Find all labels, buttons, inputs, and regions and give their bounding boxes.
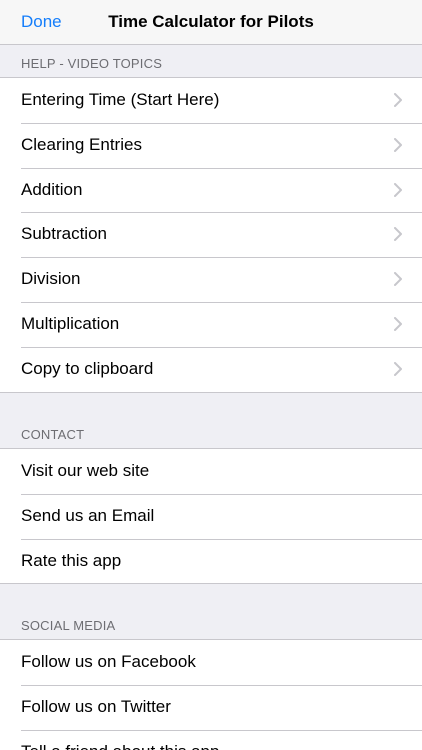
- navigation-bar: Done Time Calculator for Pilots: [0, 0, 422, 45]
- chevron-right-icon: [394, 361, 402, 376]
- chevron-right-icon: [394, 182, 402, 197]
- page-title-text: Time Calculator for Pilots: [108, 12, 314, 31]
- chevron-right-icon: [394, 227, 402, 242]
- list-item-send-email[interactable]: Send us an Email: [0, 493, 422, 539]
- help-video-topics-list: Entering Time (Start Here) Clearing Entr…: [0, 77, 422, 393]
- chevron-right-icon: [394, 93, 402, 107]
- list-item-label: Addition: [21, 179, 83, 199]
- chevron-right-icon: [394, 272, 402, 287]
- list-item-label: Rate this app: [21, 550, 122, 570]
- section-header-social-media: SOCIAL MEDIA: [21, 618, 116, 633]
- social-media-list: Follow us on Facebook Follow us on Twitt…: [0, 639, 422, 750]
- section-header-contact: CONTACT: [21, 427, 85, 442]
- contact-list: Visit our web site Send us an Email Rate…: [0, 448, 422, 585]
- list-item-label: Tell a friend about this app: [21, 741, 219, 750]
- list-item-entering-time[interactable]: Entering Time (Start Here): [0, 78, 422, 123]
- list-item-division[interactable]: Division: [0, 257, 422, 302]
- chevron-right-icon: [394, 316, 402, 331]
- list-item-tell-a-friend[interactable]: Tell a friend about this app: [0, 729, 422, 750]
- list-item-rate-app[interactable]: Rate this app: [0, 538, 422, 584]
- list-item-follow-twitter[interactable]: Follow us on Twitter: [0, 684, 422, 730]
- list-item-label: Visit our web site: [21, 461, 150, 480]
- list-item-label: Copy to clipboard: [21, 358, 154, 378]
- list-item-addition[interactable]: Addition: [0, 167, 422, 213]
- list-item-clearing-entries[interactable]: Clearing Entries: [0, 122, 422, 168]
- list-item-label: Division: [21, 269, 81, 289]
- list-item-label: Follow us on Facebook: [21, 652, 196, 671]
- chevron-right-icon: [394, 137, 402, 152]
- list-item-visit-web-site[interactable]: Visit our web site: [0, 449, 422, 494]
- list-item-label: Multiplication: [21, 313, 120, 333]
- list-item-multiplication[interactable]: Multiplication: [0, 301, 422, 347]
- list-item-label: Subtraction: [21, 224, 107, 244]
- list-item-follow-facebook[interactable]: Follow us on Facebook: [0, 640, 422, 685]
- page-title: Time Calculator for Pilots: [0, 11, 422, 33]
- list-item-label: Follow us on Twitter: [21, 696, 171, 716]
- list-item-label: Clearing Entries: [21, 134, 142, 154]
- list-item-label: Send us an Email: [21, 505, 155, 525]
- list-item-label: Entering Time (Start Here): [21, 90, 220, 109]
- list-item-subtraction[interactable]: Subtraction: [0, 212, 422, 257]
- list-item-copy-to-clipboard[interactable]: Copy to clipboard: [0, 346, 422, 392]
- section-header-help: HELP - VIDEO TOPICS: [21, 56, 163, 71]
